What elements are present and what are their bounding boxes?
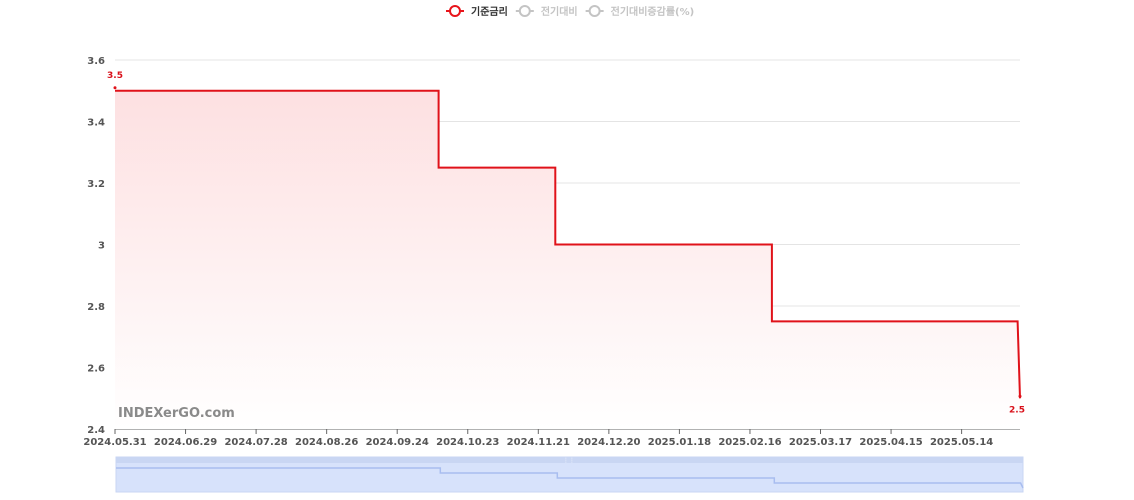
chart: 기준금리 전기대비 전기대비증감률(%) 2.4 2.6 2.8 3 3.2 3.4 3.6 2… — [83, 5, 1025, 493]
x-tick-label: 2024.11.21 — [507, 437, 570, 448]
x-tick-label: 2025.03.17 — [789, 437, 852, 448]
x-tick-label: 2024.05.31 — [83, 437, 146, 448]
legend-item[interactable]: 기준금리 — [446, 5, 508, 18]
legend-marker-icon — [449, 5, 461, 17]
series-area — [115, 90, 1020, 430]
y-tick-label: 3.4 — [87, 118, 105, 129]
y-tick-label: 3.6 — [87, 56, 105, 67]
x-tick-label: 2024.12.20 — [577, 437, 640, 448]
end-point-marker — [1018, 394, 1022, 398]
legend-marker-icon — [518, 5, 531, 17]
x-tick-label: 2024.08.26 — [295, 437, 358, 448]
legend-item[interactable]: 전기대비증감률(%) — [585, 5, 695, 18]
slider-grip-icon: ⋮⋮ — [563, 457, 575, 464]
x-tick-label: 2025.05.14 — [930, 437, 993, 448]
y-tick-label: 3 — [98, 241, 105, 252]
start-data-label: 3.5 — [107, 71, 123, 81]
end-data-label: 2.5 — [1009, 405, 1025, 415]
x-tick-label: 2025.01.18 — [648, 437, 711, 448]
x-tick-label: 2025.02.16 — [718, 437, 781, 448]
legend-marker-icon — [588, 5, 601, 17]
legend-label: 전기대비 — [541, 5, 578, 18]
y-axis: 2.4 2.6 2.8 3 3.2 3.4 3.6 — [87, 56, 105, 436]
legend-item[interactable]: 전기대비 — [515, 5, 578, 18]
legend-label: 기준금리 — [471, 5, 508, 18]
start-point-marker — [113, 86, 117, 90]
y-tick-label: 2.4 — [87, 425, 105, 436]
x-tick-label: 2025.04.15 — [859, 437, 922, 448]
y-tick-label: 2.8 — [87, 302, 105, 313]
y-tick-label: 2.6 — [87, 364, 105, 375]
x-tick-label: 2024.07.28 — [224, 437, 287, 448]
x-tick-label: 2024.10.23 — [436, 437, 499, 448]
watermark: INDEXerGO.com — [118, 406, 235, 421]
legend[interactable]: 기준금리 전기대비 전기대비증감률(%) — [446, 5, 694, 18]
y-tick-label: 3.2 — [87, 179, 105, 190]
legend-label: 전기대비증감률(%) — [611, 5, 695, 18]
x-tick-label: 2024.09.24 — [366, 437, 429, 448]
x-axis: 2024.05.31 2024.06.29 2024.07.28 2024.08.26… — [83, 428, 1020, 448]
x-tick-label: 2024.06.29 — [154, 437, 217, 448]
data-zoom-slider[interactable]: ⋮⋮ — [115, 456, 1024, 493]
